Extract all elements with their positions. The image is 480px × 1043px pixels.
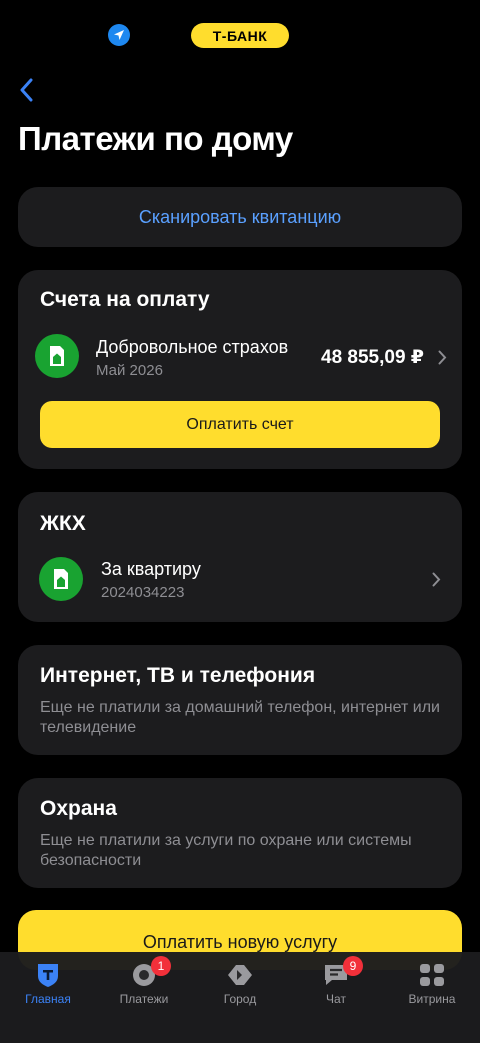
internet-description: Еще не платили за домашний телефон, инте… [40,699,440,736]
house-document-icon [35,334,79,378]
bottom-tab-bar: Главная 1 Платежи Город 9 Чат Витрина [0,952,480,1043]
tab-label: Чат [326,992,346,1006]
tab-label: Платежи [119,992,169,1006]
security-card[interactable]: Охрана Еще не платили за услуги по охран… [18,778,462,888]
tab-showcase[interactable]: Витрина [384,952,480,1022]
scan-receipt-label: Сканировать квитанцию [138,206,342,227]
pay-bill-button[interactable]: Оплатить счет [40,401,440,448]
utilities-card: ЖКХ За квартиру 2024034223 [18,492,462,622]
bill-amount: 48 855,09 ₽ [321,347,425,368]
bills-heading: Счета на оплату [40,288,210,311]
internet-card[interactable]: Интернет, ТВ и телефония Еще не платили … [18,645,462,755]
chat-badge: 9 [343,956,363,976]
showcase-icon [417,960,447,990]
utilities-account: 2024034223 [101,584,185,601]
security-description: Еще не платили за услуги по охране или с… [40,832,412,869]
tab-city[interactable]: Город [192,952,288,1022]
chat-icon: 9 [321,956,363,990]
utilities-heading: ЖКХ [40,512,86,535]
security-heading: Охрана [40,797,117,820]
brand-pill[interactable]: Т-БАНК [191,23,289,48]
city-icon [225,960,255,990]
back-button[interactable] [14,76,38,104]
tab-label: Витрина [408,992,456,1006]
bills-card: Счета на оплату Добровольное страхов Май… [18,270,462,469]
scan-receipt-button[interactable]: Сканировать квитанцию [18,187,462,247]
tab-payments[interactable]: 1 Платежи [96,952,192,1022]
bill-title: Добровольное страхов [96,337,289,357]
status-bar: Т-БАНК [0,20,480,50]
chevron-left-icon [20,78,33,102]
chevron-right-icon [435,347,449,367]
payments-icon: 1 [129,956,171,990]
location-arrow-icon [108,24,130,46]
house-document-icon [39,557,83,601]
tab-home[interactable]: Главная [0,952,96,1022]
tab-label: Город [223,992,257,1006]
tab-chat[interactable]: 9 Чат [288,952,384,1022]
bill-period: Май 2026 [96,362,163,379]
tab-label: Главная [25,992,71,1006]
chevron-right-icon [429,569,443,589]
payments-badge: 1 [151,956,171,976]
internet-heading: Интернет, ТВ и телефония [40,664,316,687]
utilities-title: За квартиру [101,559,201,579]
page-title: Платежи по дому [18,120,293,157]
bank-shield-icon [33,960,63,990]
